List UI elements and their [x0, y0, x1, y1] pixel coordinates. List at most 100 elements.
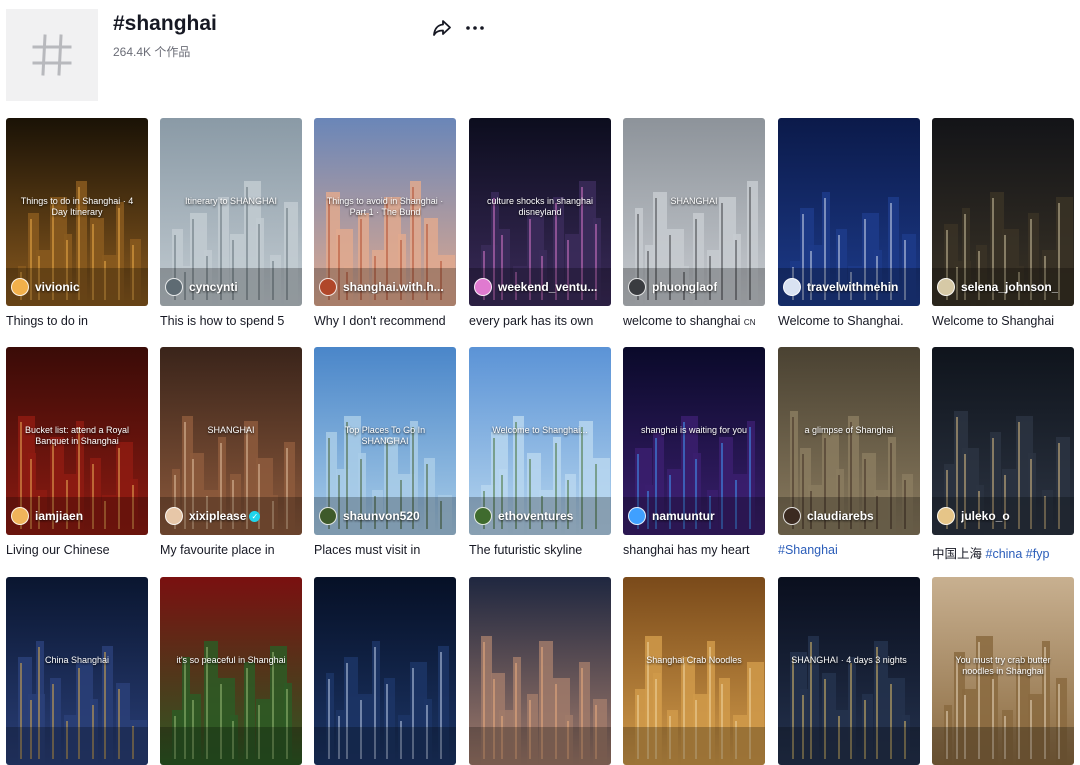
video-card[interactable]: Top Places To Go In SHANGHAI shaunvon520…: [314, 347, 456, 557]
avatar: [165, 278, 183, 296]
video-card[interactable]: Welcome to Shanghai... ethoventures The f…: [469, 347, 611, 557]
video-thumbnail[interactable]: Things to avoid in Shanghai · Part 1 · T…: [314, 118, 456, 306]
video-thumbnail[interactable]: Top Places To Go In SHANGHAI shaunvon520: [314, 347, 456, 535]
video-card[interactable]: You must try crab butter noodles in Shan…: [932, 577, 1074, 765]
video-thumbnail[interactable]: Things to do in Shanghai · 4 Day Itinera…: [6, 118, 148, 306]
creator-link[interactable]: phuonglaof: [628, 277, 761, 297]
video-overlay-text: SHANGHAI: [207, 425, 255, 435]
video-card[interactable]: Shanghai Crab Noodles: [623, 577, 765, 765]
video-caption[interactable]: Living our Chinese: [6, 543, 148, 557]
video-thumbnail[interactable]: selena_johnson_: [932, 118, 1074, 306]
video-card[interactable]: Itinerary to SHANGHAI cyncynti This is ho…: [160, 118, 302, 328]
video-thumbnail[interactable]: Welcome to Shanghai... ethoventures: [469, 347, 611, 535]
video-card[interactable]: Things to do in Shanghai · 4 Day Itinera…: [6, 118, 148, 328]
video-caption[interactable]: The futuristic skyline: [469, 543, 611, 557]
caption-text: Welcome to Shanghai.: [778, 314, 904, 328]
creator-link[interactable]: selena_johnson_: [937, 277, 1070, 297]
caption-hashtag[interactable]: #Shanghai: [778, 543, 838, 557]
video-caption[interactable]: every park has its own: [469, 314, 611, 328]
video-thumbnail[interactable]: SHANGHAI · 4 days 3 nights: [778, 577, 920, 765]
video-card[interactable]: [314, 577, 456, 765]
hash-icon: [32, 34, 72, 76]
video-overlay-text: You must try crab butter noodles in Shan…: [955, 655, 1051, 676]
avatar: [937, 507, 955, 525]
video-thumbnail[interactable]: juleko_o: [932, 347, 1074, 535]
video-card[interactable]: China Shanghai: [6, 577, 148, 765]
caption-hashtag[interactable]: #china #fyp: [986, 547, 1050, 561]
video-card[interactable]: [469, 577, 611, 765]
video-thumbnail[interactable]: China Shanghai: [6, 577, 148, 765]
video-caption[interactable]: My favourite place in: [160, 543, 302, 557]
creator-link[interactable]: juleko_o: [937, 506, 1070, 526]
creator-username: weekend_ventu...: [498, 280, 598, 294]
creator-username: phuonglaof: [652, 280, 718, 294]
caption-text: Why I don't recommend: [314, 314, 446, 328]
creator-username: claudiarebs: [807, 509, 874, 523]
more-horizontal-icon: [466, 26, 484, 30]
creator-link[interactable]: shaunvon520: [319, 506, 452, 526]
video-thumbnail[interactable]: [469, 577, 611, 765]
creator-link[interactable]: weekend_ventu...: [474, 277, 607, 297]
video-thumbnail[interactable]: a glimpse of Shanghai claudiarebs: [778, 347, 920, 535]
video-thumbnail-image: [6, 577, 148, 765]
video-caption[interactable]: Welcome to Shanghai: [932, 314, 1074, 328]
video-caption[interactable]: #Shanghai: [778, 543, 920, 557]
caption-text: welcome to shanghai: [623, 314, 741, 328]
video-card[interactable]: a glimpse of Shanghai claudiarebs #Shangh…: [778, 347, 920, 557]
video-overlay-text: Itinerary to SHANGHAI: [184, 196, 278, 206]
video-caption[interactable]: shanghai has my heart: [623, 543, 765, 557]
video-card[interactable]: culture shocks in shanghai disneyland we…: [469, 118, 611, 328]
share-button[interactable]: [431, 17, 453, 39]
video-card[interactable]: it's so peaceful in Shanghai: [160, 577, 302, 765]
video-caption[interactable]: Welcome to Shanghai.: [778, 314, 920, 328]
video-thumbnail-image: [778, 577, 920, 765]
video-card[interactable]: Things to avoid in Shanghai · Part 1 · T…: [314, 118, 456, 328]
verified-badge-icon: ✓: [249, 510, 261, 522]
avatar: [628, 507, 646, 525]
creator-link[interactable]: cyncynti: [165, 277, 298, 297]
video-thumbnail[interactable]: Shanghai Crab Noodles: [623, 577, 765, 765]
creator-link[interactable]: shanghai.with.h...: [319, 277, 452, 297]
avatar: [628, 278, 646, 296]
video-caption[interactable]: Why I don't recommend: [314, 314, 456, 328]
creator-link[interactable]: vivionic: [11, 277, 144, 297]
avatar: [11, 507, 29, 525]
video-thumbnail[interactable]: [314, 577, 456, 765]
caption-text: Welcome to Shanghai: [932, 314, 1055, 328]
creator-link[interactable]: ethoventures: [474, 506, 607, 526]
video-thumbnail[interactable]: Bucket list: attend a Royal Banquet in S…: [6, 347, 148, 535]
video-thumbnail[interactable]: SHANGHAI xixiplease ✓: [160, 347, 302, 535]
creator-link[interactable]: claudiarebs: [783, 506, 916, 526]
avatar: [474, 507, 492, 525]
video-card[interactable]: shanghai is waiting for you namuuntur sha…: [623, 347, 765, 557]
creator-link[interactable]: namuuntur: [628, 506, 761, 526]
video-card[interactable]: juleko_o 中国上海 #china #fyp: [932, 347, 1074, 562]
video-thumbnail[interactable]: it's so peaceful in Shanghai: [160, 577, 302, 765]
video-thumbnail[interactable]: shanghai is waiting for you namuuntur: [623, 347, 765, 535]
video-thumbnail[interactable]: travelwithmehin: [778, 118, 920, 306]
video-thumbnail[interactable]: SHANGHAI phuonglaof: [623, 118, 765, 306]
video-thumbnail[interactable]: You must try crab butter noodles in Shan…: [932, 577, 1074, 765]
video-caption[interactable]: Places must visit in: [314, 543, 456, 557]
video-caption[interactable]: Things to do in: [6, 314, 148, 328]
video-caption[interactable]: welcome to shanghai CN: [623, 314, 765, 328]
video-overlay-text: China Shanghai: [44, 655, 110, 665]
video-caption[interactable]: 中国上海 #china #fyp: [932, 543, 1074, 562]
video-overlay-text: SHANGHAI · 4 days 3 nights: [791, 655, 907, 665]
video-card[interactable]: travelwithmehin Welcome to Shanghai.: [778, 118, 920, 328]
creator-link[interactable]: iamjiaen: [11, 506, 144, 526]
video-card[interactable]: Bucket list: attend a Royal Banquet in S…: [6, 347, 148, 557]
creator-link[interactable]: xixiplease ✓: [165, 506, 298, 526]
video-thumbnail[interactable]: culture shocks in shanghai disneyland we…: [469, 118, 611, 306]
creator-username: iamjiaen: [35, 509, 84, 523]
creator-link[interactable]: travelwithmehin: [783, 277, 916, 297]
video-overlay-text: culture shocks in shanghai disneyland: [486, 196, 594, 217]
video-card[interactable]: SHANGHAI phuonglaof welcome to shanghai C…: [623, 118, 765, 328]
more-button[interactable]: [464, 17, 486, 39]
video-card[interactable]: selena_johnson_ Welcome to Shanghai: [932, 118, 1074, 328]
video-thumbnail-image: [469, 577, 611, 765]
video-card[interactable]: SHANGHAI xixiplease ✓ My favourite place i…: [160, 347, 302, 557]
video-thumbnail[interactable]: Itinerary to SHANGHAI cyncynti: [160, 118, 302, 306]
video-card[interactable]: SHANGHAI · 4 days 3 nights: [778, 577, 920, 765]
video-caption[interactable]: This is how to spend 5: [160, 314, 302, 328]
